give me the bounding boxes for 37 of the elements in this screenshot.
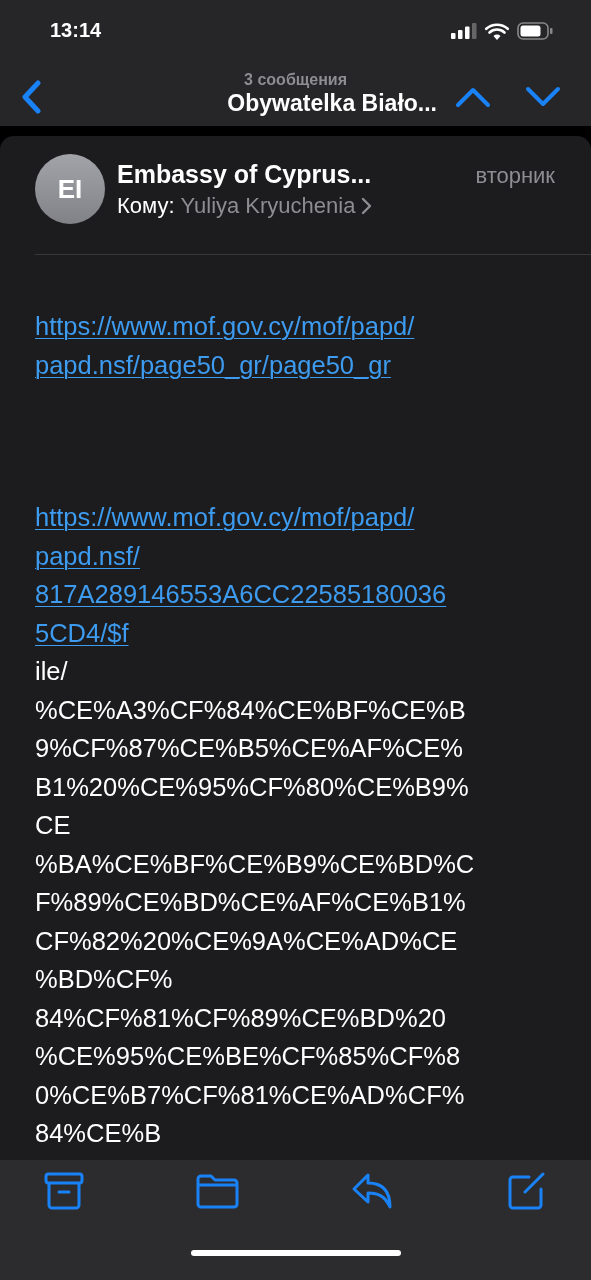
body-text: F%89%CE%BD%CE%AF%CE%B1% [35,887,466,918]
link[interactable]: 5CD4/$f [35,613,129,652]
battery-icon [517,22,553,40]
body-text: B1%20%CE%95%CF%80%CE%B9% [35,771,469,803]
body-text: %CE%95%CE%BE%CF%85%CF%8 [35,1041,461,1072]
body-text: 84%CF%81%CF%89%CE%BD%20 [35,1002,446,1034]
body-text: %CE%A3%CF%84%CE%BF%CE%B [35,694,466,726]
link[interactable]: 817A289146553A6CC22585180036 [35,575,447,614]
wifi-icon [485,22,509,40]
body-text: %BA%CE%BF%CE%B9%CE%BD%C [35,848,475,880]
chevron-right-icon [361,195,374,216]
archive-icon[interactable] [44,1172,84,1210]
body-text: 0%CE%B7%CF%81%CE%AD%CF% [35,1079,465,1111]
chevron-up-icon[interactable] [455,86,491,108]
link[interactable]: papd.nsf/ [35,536,140,575]
body-text: CE [35,810,71,841]
link[interactable]: papd.nsf/page50_gr/page50_gr [35,345,391,384]
back-icon[interactable] [20,80,42,114]
body-text: CF%82%20%CE%9A%CE%AD%CE [35,925,458,957]
body-text: %BD%CF% [35,964,173,995]
folder-icon[interactable] [195,1173,240,1209]
sender-avatar: EI [35,154,105,224]
body-text: 9%CF%87%CE%B5%CE%AF%CE% [35,733,463,764]
signal-icon [451,23,477,39]
sender-name: Embassy of Cyprus... [117,159,372,189]
status-time: 13:14 [50,18,102,42]
link[interactable]: https://www.mof.gov.cy/mof/papd/ [35,498,415,537]
recipient-link[interactable]: Yuliya Kryuchenia [180,192,356,219]
thread-title: Obywatelka Biało... [227,89,437,117]
body-text: 84%CE%B [35,1118,162,1149]
to-label: Кому: [117,192,175,219]
chevron-down-icon[interactable] [525,86,561,108]
message-date: вторник [475,162,555,189]
message-count: 3 сообщения [244,71,347,89]
compose-icon[interactable] [506,1172,547,1210]
body-text: ile/ [35,656,68,687]
link[interactable]: https://www.mof.gov.cy/mof/papd/ [35,307,415,346]
